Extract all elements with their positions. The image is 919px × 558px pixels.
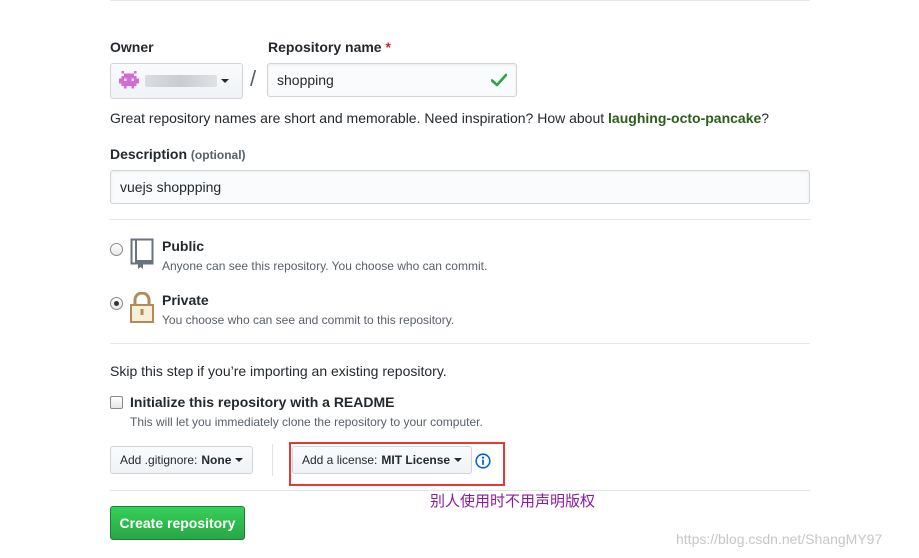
top-divider xyxy=(110,0,810,1)
info-icon[interactable] xyxy=(475,453,491,469)
license-dropdown[interactable]: Add a license: MIT License xyxy=(292,446,473,474)
repo-name-input[interactable]: shopping xyxy=(267,63,517,97)
description-input[interactable]: vuejs shoppping xyxy=(110,170,810,204)
dropdown-separator xyxy=(272,444,273,476)
license-caret-icon xyxy=(454,458,463,462)
owner-select[interactable] xyxy=(110,63,243,99)
divider-2 xyxy=(110,343,810,344)
gitignore-prefix: Add .gitignore: xyxy=(120,453,198,467)
owner-label: Owner xyxy=(110,39,154,55)
owner-repo-separator: / xyxy=(250,66,257,91)
repo-icon xyxy=(130,238,154,269)
readme-checkbox[interactable] xyxy=(110,396,123,409)
repo-name-value: shopping xyxy=(277,72,334,88)
gitignore-caret-icon xyxy=(235,458,244,462)
gitignore-dropdown[interactable]: Add .gitignore: None xyxy=(110,446,254,474)
description-optional: (optional) xyxy=(190,148,246,162)
name-hint-text: Great repository names are short and mem… xyxy=(110,110,609,126)
readme-label[interactable]: Initialize this repository with a README xyxy=(130,394,394,410)
lock-icon xyxy=(130,292,154,323)
repo-name-label: Repository name * xyxy=(268,39,391,55)
description-label: Description (optional) xyxy=(110,146,246,162)
annotation-text: 别人使用时不用声明版权 xyxy=(430,492,596,510)
public-radio[interactable] xyxy=(110,243,123,256)
check-icon xyxy=(491,73,507,87)
owner-avatar-icon xyxy=(119,71,139,89)
owner-caret-icon xyxy=(221,79,229,83)
watermark: https://blog.csdn.net/ShangMY97 xyxy=(676,531,883,547)
description-label-text: Description xyxy=(110,146,188,162)
readme-desc: This will let you immediately clone the … xyxy=(130,415,483,429)
name-hint: Great repository names are short and mem… xyxy=(110,110,769,126)
license-prefix: Add a license: xyxy=(302,453,378,467)
public-title: Public xyxy=(162,238,205,254)
name-suggestion-link[interactable]: laughing-octo-pancake xyxy=(608,110,761,126)
repo-name-label-text: Repository name xyxy=(268,39,382,55)
license-value: MIT License xyxy=(381,453,451,467)
public-desc: Anyone can see this repository. You choo… xyxy=(162,259,488,273)
skip-text: Skip this step if you’re importing an ex… xyxy=(110,363,447,379)
description-value: vuejs shoppping xyxy=(120,179,222,195)
create-repository-button[interactable]: Create repository xyxy=(110,506,245,540)
divider-1 xyxy=(110,219,810,220)
gitignore-value: None xyxy=(201,453,232,467)
private-radio[interactable] xyxy=(110,297,123,310)
owner-name-blurred xyxy=(145,75,217,87)
name-hint-suffix: ? xyxy=(761,110,770,126)
required-marker: * xyxy=(385,39,391,55)
private-desc: You choose who can see and commit to thi… xyxy=(162,313,455,327)
private-title: Private xyxy=(162,292,209,308)
